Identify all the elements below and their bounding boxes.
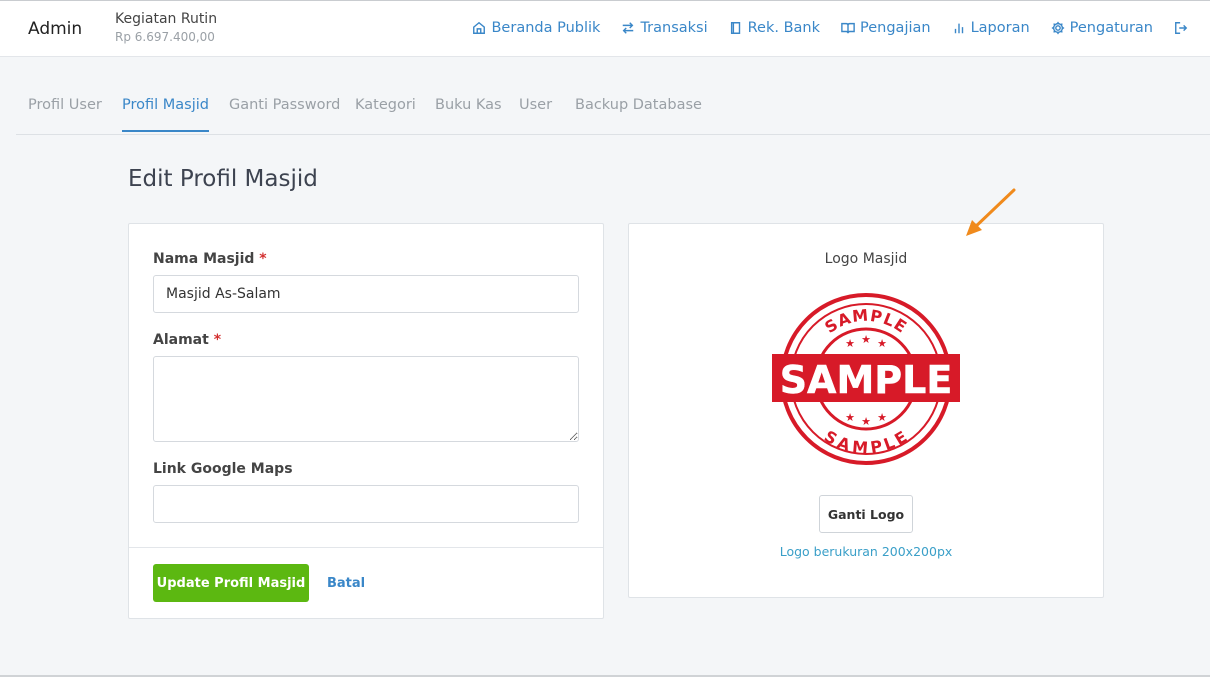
logo-size-hint: Logo berukuran 200x200px <box>779 544 953 559</box>
nav-item-transaksi[interactable]: Transaksi <box>621 20 708 36</box>
open-book-icon <box>841 22 855 34</box>
home-icon <box>473 21 486 34</box>
svg-text:★: ★ <box>861 415 871 428</box>
name-label-text: Nama Masjid <box>153 251 255 267</box>
required-mark: * <box>259 251 267 267</box>
gear-icon <box>1051 21 1064 35</box>
activity-amount: Rp 6.697.400,00 <box>115 30 215 44</box>
settings-tabs: Profil User Profil Masjid Ganti Password… <box>16 57 1210 135</box>
svg-text:★: ★ <box>861 333 871 346</box>
tab-buku-kas[interactable]: Buku Kas <box>435 97 502 130</box>
activity-name: Kegiatan Rutin <box>115 11 218 27</box>
svg-text:SAMPLE: SAMPLE <box>821 427 911 458</box>
cancel-link[interactable]: Batal <box>327 576 365 591</box>
svg-text:★: ★ <box>877 411 887 424</box>
logo-card: Logo Masjid SAMPLE SAMPLE ★ ★ ★ ★ ★ ★ SAMPLE… <box>628 223 1104 598</box>
logout-button[interactable] <box>1174 21 1188 35</box>
tab-backup-database[interactable]: Backup Database <box>575 97 702 130</box>
maps-field-label: Link Google Maps <box>153 461 293 477</box>
main-nav: Beranda Publik Transaksi Rek. Bank Penga… <box>451 20 1188 36</box>
masjid-name-input[interactable] <box>153 275 579 313</box>
maps-label-text: Link Google Maps <box>153 461 293 477</box>
top-navbar: Admin Kegiatan Rutin Rp 6.697.400,00 Ber… <box>0 0 1210 57</box>
nav-label: Pengaturan <box>1069 20 1153 36</box>
nav-label: Pengajian <box>860 20 931 36</box>
brand-title[interactable]: Admin <box>28 19 82 39</box>
google-maps-link-input[interactable] <box>153 485 579 523</box>
nav-item-pengajian[interactable]: Pengajian <box>841 20 931 36</box>
tab-ganti-password[interactable]: Ganti Password <box>229 97 340 130</box>
nav-item-pengaturan[interactable]: Pengaturan <box>1051 20 1153 36</box>
profile-form-card: Nama Masjid * Alamat * Link Google Maps … <box>128 223 604 619</box>
annotation-arrow-icon <box>966 188 1016 236</box>
name-field-label: Nama Masjid * <box>153 251 267 267</box>
form-divider <box>129 547 603 548</box>
tab-user[interactable]: User <box>519 97 552 130</box>
nav-label: Transaksi <box>640 20 708 36</box>
logo-image: SAMPLE SAMPLE ★ ★ ★ ★ ★ ★ SAMPLE <box>772 293 960 465</box>
book-icon <box>730 22 740 34</box>
logout-icon <box>1175 22 1188 34</box>
svg-text:SAMPLE: SAMPLE <box>780 358 953 402</box>
update-profile-button[interactable]: Update Profil Masjid <box>153 564 309 602</box>
swap-icon <box>623 22 634 34</box>
nav-label: Rek. Bank <box>747 20 821 36</box>
required-mark: * <box>213 332 222 348</box>
nav-label: Beranda Publik <box>491 20 601 36</box>
tab-kategori[interactable]: Kategori <box>355 97 416 130</box>
address-textarea[interactable] <box>153 356 579 442</box>
svg-text:★: ★ <box>845 337 855 350</box>
active-activity: Kegiatan Rutin Rp 6.697.400,00 <box>115 11 217 44</box>
nav-item-rek-bank[interactable]: Rek. Bank <box>729 20 820 36</box>
bar-chart-icon <box>954 23 963 34</box>
nav-label: Laporan <box>970 20 1030 36</box>
tab-profil-masjid[interactable]: Profil Masjid <box>122 97 209 132</box>
address-label-text: Alamat <box>153 332 209 348</box>
nav-item-beranda-publik[interactable]: Beranda Publik <box>472 20 600 36</box>
tab-profil-user[interactable]: Profil User <box>28 97 102 130</box>
svg-text:★: ★ <box>877 337 887 350</box>
svg-text:★: ★ <box>845 411 855 424</box>
page-title: Edit Profil Masjid <box>128 166 318 192</box>
change-logo-button[interactable]: Ganti Logo <box>819 495 913 533</box>
nav-item-laporan[interactable]: Laporan <box>952 20 1030 36</box>
logo-label: Logo Masjid <box>824 251 908 267</box>
address-field-label: Alamat * <box>153 332 221 348</box>
